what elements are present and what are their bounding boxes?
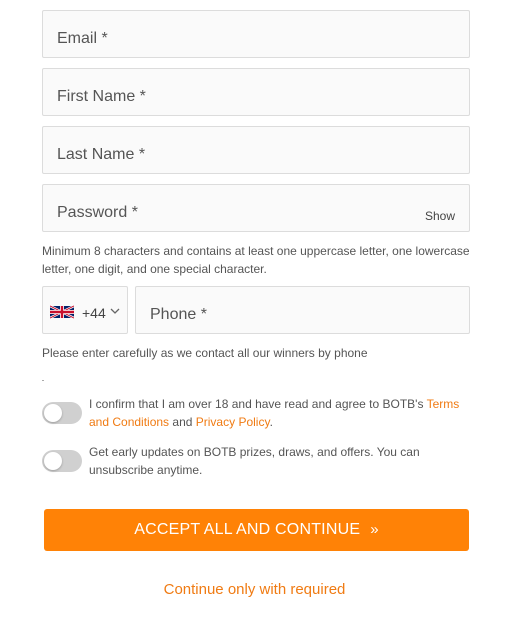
email-field[interactable]: Email * — [42, 10, 470, 58]
chevron-down-icon — [110, 308, 120, 314]
divider-dot — [42, 380, 44, 381]
terms-and: and — [169, 415, 196, 429]
password-hint: Minimum 8 characters and contains at lea… — [42, 244, 470, 276]
first-name-field[interactable]: First Name * — [42, 68, 470, 116]
privacy-policy-link[interactable]: Privacy Policy — [196, 415, 270, 429]
password-field[interactable]: Password * Show — [42, 184, 470, 232]
country-code-select[interactable]: +44 — [42, 286, 128, 334]
marketing-consent-text: Get early updates on BOTB prizes, draws,… — [89, 445, 420, 477]
terms-consent-text: I confirm that I am over 18 and have rea… — [89, 395, 475, 431]
double-chevron-right-icon: » — [370, 521, 379, 538]
toggle-knob — [44, 404, 62, 422]
last-name-field[interactable]: Last Name * — [42, 126, 470, 174]
terms-suffix: . — [269, 415, 273, 429]
accept-all-label: ACCEPT ALL AND CONTINUE — [134, 521, 361, 538]
show-password-button[interactable]: Show — [425, 209, 455, 223]
uk-flag-icon — [50, 305, 74, 319]
terms-prefix: I confirm that I am over 18 and have rea… — [89, 397, 427, 411]
dial-code: +44 — [82, 305, 106, 321]
accept-all-continue-button[interactable]: ACCEPT ALL AND CONTINUE » — [44, 509, 469, 551]
marketing-toggle[interactable] — [42, 450, 82, 472]
first-name-label: First Name * — [57, 88, 146, 105]
continue-required-link[interactable]: Continue only with required — [0, 581, 509, 598]
email-label: Email * — [57, 30, 108, 47]
terms-toggle[interactable] — [42, 402, 82, 424]
toggle-knob — [44, 452, 62, 470]
phone-hint: Please enter carefully as we contact all… — [42, 346, 368, 360]
phone-field[interactable]: Phone * — [135, 286, 470, 334]
last-name-label: Last Name * — [57, 146, 146, 163]
phone-label: Phone * — [150, 306, 207, 323]
password-label: Password * — [57, 204, 138, 221]
